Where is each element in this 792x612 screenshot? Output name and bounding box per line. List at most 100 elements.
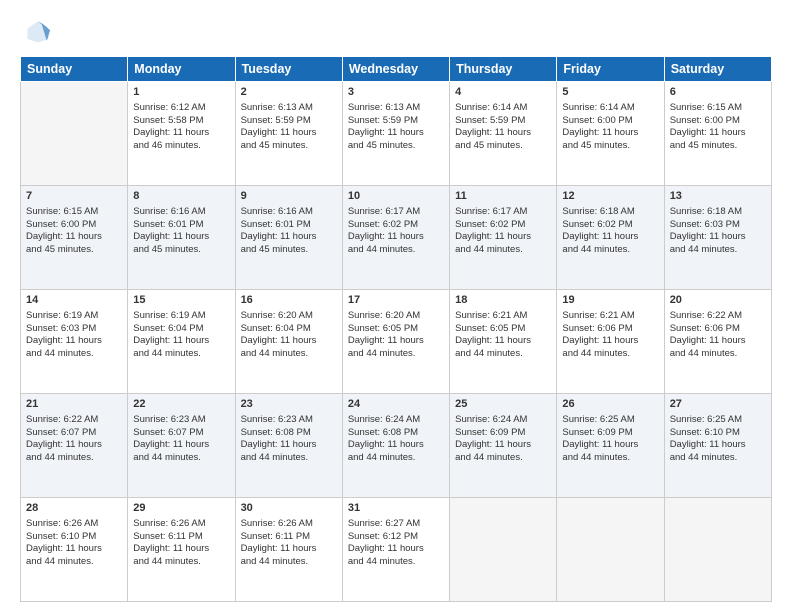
day-info-line: Sunset: 6:11 PM bbox=[241, 531, 337, 544]
day-info-line: and 44 minutes. bbox=[670, 244, 766, 257]
day-info-line: Daylight: 11 hours bbox=[348, 127, 444, 140]
calendar-cell: 28Sunrise: 6:26 AMSunset: 6:10 PMDayligh… bbox=[21, 498, 128, 602]
calendar-week-row: 1Sunrise: 6:12 AMSunset: 5:58 PMDaylight… bbox=[21, 82, 772, 186]
day-info-line: and 44 minutes. bbox=[455, 244, 551, 257]
day-number: 15 bbox=[133, 293, 229, 308]
logo-icon bbox=[24, 18, 52, 46]
day-number: 14 bbox=[26, 293, 122, 308]
day-info-line: Sunset: 6:06 PM bbox=[562, 323, 658, 336]
day-info-line: Daylight: 11 hours bbox=[348, 231, 444, 244]
calendar-cell bbox=[21, 82, 128, 186]
day-info-line: Daylight: 11 hours bbox=[455, 335, 551, 348]
day-info-line: Sunrise: 6:26 AM bbox=[26, 518, 122, 531]
day-info-line: Sunrise: 6:16 AM bbox=[241, 206, 337, 219]
day-info-line: Sunrise: 6:20 AM bbox=[348, 310, 444, 323]
day-header-wednesday: Wednesday bbox=[342, 57, 449, 82]
day-number: 3 bbox=[348, 85, 444, 100]
day-info-line: Sunrise: 6:19 AM bbox=[133, 310, 229, 323]
day-info-line: Daylight: 11 hours bbox=[562, 127, 658, 140]
day-info-line: Sunrise: 6:17 AM bbox=[455, 206, 551, 219]
day-info-line: Daylight: 11 hours bbox=[348, 335, 444, 348]
calendar-cell: 31Sunrise: 6:27 AMSunset: 6:12 PMDayligh… bbox=[342, 498, 449, 602]
day-number: 19 bbox=[562, 293, 658, 308]
calendar-cell: 25Sunrise: 6:24 AMSunset: 6:09 PMDayligh… bbox=[450, 394, 557, 498]
day-info-line: Sunset: 6:01 PM bbox=[241, 219, 337, 232]
day-info-line: and 45 minutes. bbox=[455, 140, 551, 153]
calendar-cell: 8Sunrise: 6:16 AMSunset: 6:01 PMDaylight… bbox=[128, 186, 235, 290]
day-info-line: Sunrise: 6:18 AM bbox=[562, 206, 658, 219]
day-info-line: and 44 minutes. bbox=[26, 556, 122, 569]
day-info-line: and 44 minutes. bbox=[670, 452, 766, 465]
day-info-line: and 45 minutes. bbox=[133, 244, 229, 257]
day-info-line: Sunrise: 6:13 AM bbox=[348, 102, 444, 115]
day-number: 18 bbox=[455, 293, 551, 308]
day-info-line: and 45 minutes. bbox=[26, 244, 122, 257]
day-info-line: and 44 minutes. bbox=[562, 348, 658, 361]
day-number: 7 bbox=[26, 189, 122, 204]
day-info-line: Sunrise: 6:15 AM bbox=[670, 102, 766, 115]
day-info-line: Sunset: 6:03 PM bbox=[26, 323, 122, 336]
calendar-cell: 27Sunrise: 6:25 AMSunset: 6:10 PMDayligh… bbox=[664, 394, 771, 498]
day-number: 17 bbox=[348, 293, 444, 308]
day-info-line: and 44 minutes. bbox=[241, 452, 337, 465]
day-number: 24 bbox=[348, 397, 444, 412]
day-info-line: Sunrise: 6:15 AM bbox=[26, 206, 122, 219]
calendar-cell: 1Sunrise: 6:12 AMSunset: 5:58 PMDaylight… bbox=[128, 82, 235, 186]
header bbox=[20, 18, 772, 46]
day-info-line: Daylight: 11 hours bbox=[455, 439, 551, 452]
day-info-line: Daylight: 11 hours bbox=[241, 439, 337, 452]
calendar-cell: 12Sunrise: 6:18 AMSunset: 6:02 PMDayligh… bbox=[557, 186, 664, 290]
calendar-cell: 15Sunrise: 6:19 AMSunset: 6:04 PMDayligh… bbox=[128, 290, 235, 394]
day-info-line: Daylight: 11 hours bbox=[670, 335, 766, 348]
day-info-line: Daylight: 11 hours bbox=[455, 231, 551, 244]
day-header-thursday: Thursday bbox=[450, 57, 557, 82]
day-number: 13 bbox=[670, 189, 766, 204]
calendar-week-row: 21Sunrise: 6:22 AMSunset: 6:07 PMDayligh… bbox=[21, 394, 772, 498]
day-info-line: Sunset: 6:01 PM bbox=[133, 219, 229, 232]
day-info-line: Sunset: 5:59 PM bbox=[241, 115, 337, 128]
day-number: 20 bbox=[670, 293, 766, 308]
day-info-line: Daylight: 11 hours bbox=[562, 231, 658, 244]
day-info-line: Sunrise: 6:16 AM bbox=[133, 206, 229, 219]
day-info-line: Sunset: 6:10 PM bbox=[670, 427, 766, 440]
day-info-line: Sunset: 6:08 PM bbox=[348, 427, 444, 440]
day-info-line: Sunset: 5:59 PM bbox=[455, 115, 551, 128]
day-info-line: Sunrise: 6:25 AM bbox=[562, 414, 658, 427]
day-info-line: and 45 minutes. bbox=[241, 244, 337, 257]
day-info-line: and 44 minutes. bbox=[348, 556, 444, 569]
day-number: 10 bbox=[348, 189, 444, 204]
day-number: 27 bbox=[670, 397, 766, 412]
day-info-line: Daylight: 11 hours bbox=[348, 543, 444, 556]
calendar-cell: 10Sunrise: 6:17 AMSunset: 6:02 PMDayligh… bbox=[342, 186, 449, 290]
day-number: 21 bbox=[26, 397, 122, 412]
day-info-line: Sunrise: 6:26 AM bbox=[133, 518, 229, 531]
calendar-header-row: SundayMondayTuesdayWednesdayThursdayFrid… bbox=[21, 57, 772, 82]
day-info-line: Daylight: 11 hours bbox=[26, 543, 122, 556]
calendar-cell: 23Sunrise: 6:23 AMSunset: 6:08 PMDayligh… bbox=[235, 394, 342, 498]
day-info-line: Daylight: 11 hours bbox=[241, 231, 337, 244]
day-info-line: Sunset: 6:06 PM bbox=[670, 323, 766, 336]
calendar-cell: 18Sunrise: 6:21 AMSunset: 6:05 PMDayligh… bbox=[450, 290, 557, 394]
day-info-line: Daylight: 11 hours bbox=[455, 127, 551, 140]
day-info-line: Daylight: 11 hours bbox=[26, 439, 122, 452]
day-info-line: Sunrise: 6:23 AM bbox=[133, 414, 229, 427]
page: SundayMondayTuesdayWednesdayThursdayFrid… bbox=[0, 0, 792, 612]
calendar-cell: 13Sunrise: 6:18 AMSunset: 6:03 PMDayligh… bbox=[664, 186, 771, 290]
calendar-cell: 30Sunrise: 6:26 AMSunset: 6:11 PMDayligh… bbox=[235, 498, 342, 602]
calendar-cell: 11Sunrise: 6:17 AMSunset: 6:02 PMDayligh… bbox=[450, 186, 557, 290]
day-info-line: Sunset: 6:05 PM bbox=[348, 323, 444, 336]
day-info-line: Sunset: 5:59 PM bbox=[348, 115, 444, 128]
calendar-cell: 5Sunrise: 6:14 AMSunset: 6:00 PMDaylight… bbox=[557, 82, 664, 186]
logo bbox=[20, 18, 54, 46]
day-info-line: Sunset: 6:07 PM bbox=[26, 427, 122, 440]
day-number: 29 bbox=[133, 501, 229, 516]
day-number: 4 bbox=[455, 85, 551, 100]
day-info-line: Sunrise: 6:13 AM bbox=[241, 102, 337, 115]
day-info-line: Sunrise: 6:23 AM bbox=[241, 414, 337, 427]
day-info-line: Sunset: 6:02 PM bbox=[562, 219, 658, 232]
calendar-cell: 3 Sunrise: 6:13 AMSunset: 5:59 PMDaylight… bbox=[342, 82, 449, 186]
day-info-line: and 44 minutes. bbox=[241, 556, 337, 569]
day-header-friday: Friday bbox=[557, 57, 664, 82]
day-info-line: Sunset: 6:00 PM bbox=[562, 115, 658, 128]
day-info-line: Sunrise: 6:14 AM bbox=[455, 102, 551, 115]
